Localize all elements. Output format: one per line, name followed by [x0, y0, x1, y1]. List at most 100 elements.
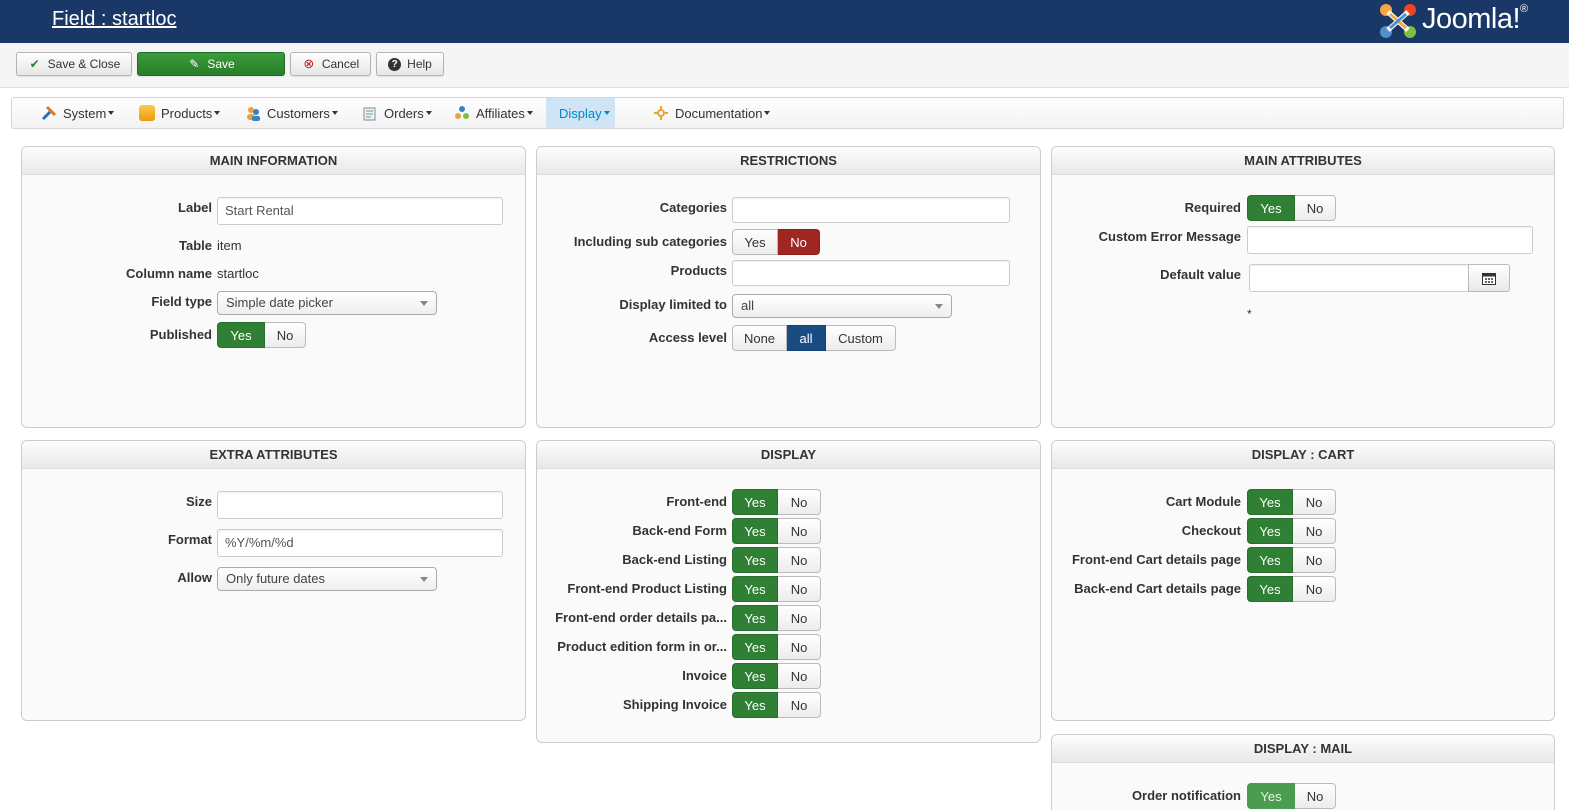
required-asterisk: *: [1247, 307, 1252, 321]
categories-input[interactable]: [732, 197, 1010, 223]
access-level-toggle: None all Custom: [732, 325, 896, 351]
field-type-label: Field type: [151, 294, 212, 309]
display-row-no[interactable]: No: [778, 634, 821, 660]
required-yes[interactable]: Yes: [1247, 195, 1295, 221]
cart-row-label: Checkout: [1181, 523, 1241, 538]
display-mail-panel: DISPLAY : MAIL Order notification Yes No: [1051, 734, 1555, 810]
calendar-icon: [1482, 272, 1496, 285]
calendar-button[interactable]: [1468, 264, 1510, 292]
label-input[interactable]: Start Rental: [217, 197, 503, 225]
joomla-logo-icon: [1380, 4, 1416, 38]
panel-title: MAIN ATTRIBUTES: [1052, 147, 1554, 175]
access-custom[interactable]: Custom: [826, 325, 896, 351]
order-notification-toggle: Yes No: [1247, 783, 1336, 809]
published-label: Published: [149, 327, 212, 342]
main-menu: System Products Customers Orders Affilia…: [11, 97, 1564, 129]
display-row-toggle: Yes No: [732, 489, 821, 515]
display-row-yes[interactable]: Yes: [732, 634, 778, 660]
cart-row-toggle: Yes No: [1247, 489, 1336, 515]
display-row-toggle: Yes No: [732, 692, 821, 718]
cart-row-no[interactable]: No: [1293, 518, 1336, 544]
published-no[interactable]: No: [265, 322, 306, 348]
cart-row-label: Front-end Cart details page: [1071, 552, 1241, 567]
panel-title: EXTRA ATTRIBUTES: [22, 441, 525, 469]
access-all[interactable]: all: [787, 325, 826, 351]
cart-row-yes[interactable]: Yes: [1247, 576, 1293, 602]
display-row-toggle: Yes No: [732, 605, 821, 631]
cart-row-yes[interactable]: Yes: [1247, 547, 1293, 573]
cancel-button[interactable]: ⊗ Cancel: [290, 52, 371, 76]
column-name-value: startloc: [217, 266, 259, 281]
required-label: Required: [1184, 200, 1241, 215]
cart-row-no[interactable]: No: [1293, 489, 1336, 515]
subcategories-yes[interactable]: Yes: [732, 229, 778, 255]
cart-row-yes[interactable]: Yes: [1247, 489, 1293, 515]
caret-down-icon: [764, 111, 771, 115]
custom-error-input[interactable]: [1247, 226, 1533, 254]
display-limited-select[interactable]: all: [732, 294, 952, 318]
subcategories-no[interactable]: No: [778, 229, 820, 255]
display-row-toggle: Yes No: [732, 634, 821, 660]
menu-orders[interactable]: Orders: [355, 98, 439, 128]
display-panel: DISPLAY Front-end Yes No Back-end Form Yes No…: [536, 440, 1041, 743]
display-row-yes[interactable]: Yes: [732, 692, 778, 718]
published-yes[interactable]: Yes: [217, 322, 265, 348]
display-row-label: Product edition form in or...: [557, 639, 727, 654]
label-field-label: Label: [178, 200, 212, 215]
column-name-label: Column name: [126, 266, 212, 281]
order-notification-no[interactable]: No: [1295, 783, 1336, 809]
documentation-icon: [654, 106, 668, 120]
affiliates-icon: [455, 106, 469, 119]
display-cart-panel: DISPLAY : CART Cart Module Yes No Checkout Y…: [1051, 440, 1555, 721]
display-row-yes[interactable]: Yes: [732, 489, 778, 515]
access-none[interactable]: None: [732, 325, 787, 351]
display-row-yes[interactable]: Yes: [732, 605, 778, 631]
save-button[interactable]: ✎ Save: [137, 52, 285, 76]
display-row-yes[interactable]: Yes: [732, 547, 778, 573]
display-row-label: Front-end: [666, 494, 727, 509]
required-no[interactable]: No: [1295, 195, 1336, 221]
published-toggle: Yes No: [217, 322, 306, 348]
cart-row-yes[interactable]: Yes: [1247, 518, 1293, 544]
restrictions-panel: RESTRICTIONS Categories Including sub ca…: [536, 146, 1041, 428]
order-notification-yes[interactable]: Yes: [1247, 783, 1295, 809]
check-icon: ✔: [29, 57, 40, 71]
default-value-input[interactable]: [1249, 264, 1469, 292]
display-row-no[interactable]: No: [778, 692, 821, 718]
menu-products[interactable]: Products: [132, 98, 227, 128]
display-row-no[interactable]: No: [778, 605, 821, 631]
display-row-no[interactable]: No: [778, 576, 821, 602]
cart-row-no[interactable]: No: [1293, 547, 1336, 573]
menu-documentation[interactable]: Documentation: [646, 98, 777, 128]
categories-label: Categories: [659, 200, 727, 215]
products-input[interactable]: [732, 260, 1010, 286]
format-input[interactable]: %Y/%m/%d: [217, 529, 503, 557]
menu-system[interactable]: System: [34, 98, 121, 128]
joomla-logo: Joomla!®: [1378, 2, 1563, 40]
dropdown-arrow-icon: [420, 577, 428, 582]
help-button[interactable]: ? Help: [376, 52, 444, 76]
caret-down-icon: [108, 111, 115, 115]
page-title[interactable]: Field : startloc: [52, 8, 176, 31]
display-row-no[interactable]: No: [778, 518, 821, 544]
menu-customers[interactable]: Customers: [238, 98, 345, 128]
caret-down-icon: [425, 111, 432, 115]
size-label: Size: [185, 494, 212, 509]
cart-row-no[interactable]: No: [1293, 576, 1336, 602]
display-row-no[interactable]: No: [778, 489, 821, 515]
field-type-select[interactable]: Simple date picker: [217, 291, 437, 315]
table-label: Table: [179, 238, 212, 253]
panel-title: MAIN INFORMATION: [22, 147, 525, 175]
save-close-button[interactable]: ✔ Save & Close: [16, 52, 132, 76]
size-input[interactable]: [217, 491, 503, 519]
display-row-yes[interactable]: Yes: [732, 576, 778, 602]
display-row-yes[interactable]: Yes: [732, 518, 778, 544]
dropdown-arrow-icon: [420, 301, 428, 306]
display-row-yes[interactable]: Yes: [732, 663, 778, 689]
menu-affiliates[interactable]: Affiliates: [447, 98, 540, 128]
menu-display[interactable]: Display: [546, 98, 615, 128]
allow-select[interactable]: Only future dates: [217, 567, 437, 591]
display-row-no[interactable]: No: [778, 547, 821, 573]
header-bar: Field : startloc Joomla!®: [0, 0, 1569, 43]
display-row-no[interactable]: No: [778, 663, 821, 689]
